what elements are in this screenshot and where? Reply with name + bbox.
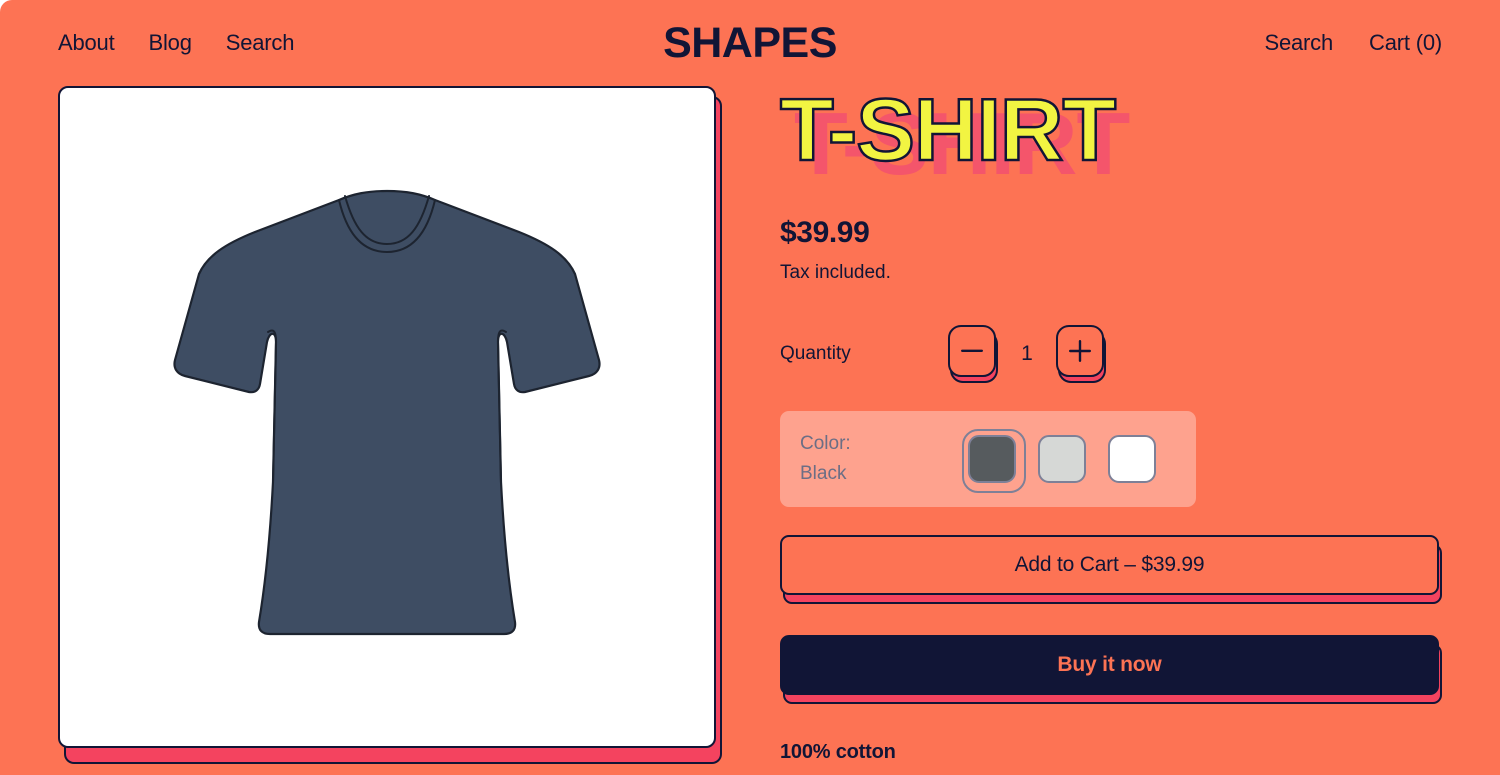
quantity-increase-button[interactable] xyxy=(1056,325,1106,384)
button-face xyxy=(1056,325,1104,378)
cart-link[interactable]: Cart (0) xyxy=(1369,30,1442,56)
site-logo[interactable]: SHAPES xyxy=(663,19,837,68)
color-option-value: Black xyxy=(800,463,847,485)
product-title: T-SHIRT xyxy=(779,80,1118,179)
product-info: T-SHIRT $39.99 Tax included. Quantity 1 xyxy=(779,80,1442,764)
plus-icon xyxy=(1069,340,1091,363)
color-option-group: Color: Black xyxy=(780,411,1196,508)
nav-link-blog[interactable]: Blog xyxy=(149,30,192,56)
nav-link-search[interactable]: Search xyxy=(226,30,295,56)
quantity-label: Quantity xyxy=(780,343,851,365)
buy-it-now-label: Buy it now xyxy=(780,635,1439,696)
color-swatch-list xyxy=(962,429,1156,494)
window-corner xyxy=(0,0,14,14)
button-face xyxy=(948,325,996,378)
quantity-decrease-button[interactable] xyxy=(948,325,998,384)
add-to-cart-button[interactable]: Add to Cart – $39.99 xyxy=(780,535,1442,605)
color-option-label: Color: Black xyxy=(800,429,968,490)
tshirt-icon xyxy=(173,189,601,636)
quantity-value[interactable]: 1 xyxy=(998,342,1056,366)
utility-navigation: Search Cart (0) xyxy=(1265,30,1443,56)
tax-note: Tax included. xyxy=(780,262,891,284)
product-media xyxy=(58,86,722,764)
product-description: 100% cotton xyxy=(780,741,896,764)
color-swatch-white[interactable] xyxy=(1108,435,1156,484)
primary-navigation: About Blog Search xyxy=(58,30,294,56)
color-swatch-grey[interactable] xyxy=(1038,435,1086,484)
site-header: About Blog Search SHAPES Search Cart (0) xyxy=(0,0,1500,86)
search-link[interactable]: Search xyxy=(1265,30,1334,56)
minus-icon xyxy=(961,350,983,353)
nav-link-about[interactable]: About xyxy=(58,30,115,56)
product-price: $39.99 xyxy=(780,216,870,250)
color-swatch-black[interactable] xyxy=(962,429,1026,494)
color-option-name: Color: xyxy=(800,433,851,455)
add-to-cart-label: Add to Cart – $39.99 xyxy=(780,535,1439,596)
buy-it-now-button[interactable]: Buy it now xyxy=(780,635,1442,705)
product-image-card[interactable] xyxy=(58,86,716,748)
quantity-selector: Quantity 1 xyxy=(780,323,1442,385)
